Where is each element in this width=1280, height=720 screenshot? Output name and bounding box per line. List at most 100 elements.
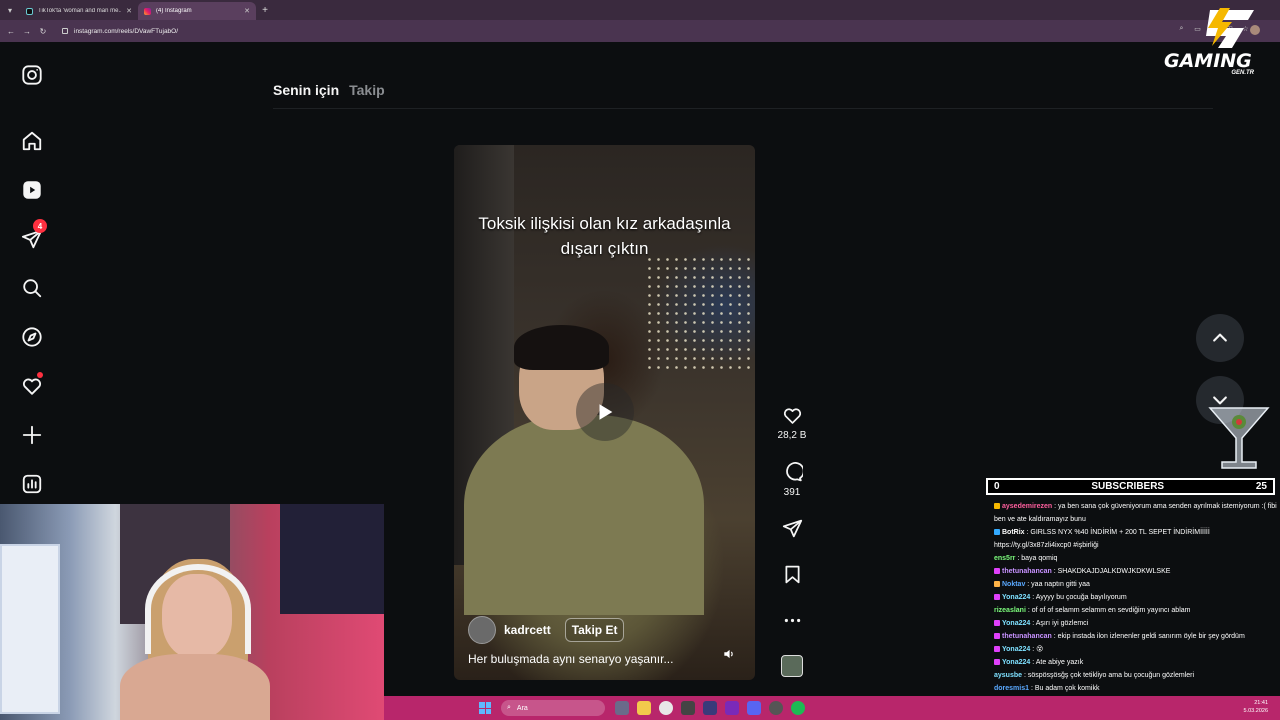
forward-icon[interactable]: → <box>20 22 34 40</box>
chat-message: ens5rr : baya qomiq <box>988 552 1280 565</box>
chat-text: : söspösşösğş çok tetikliyo ama bu çocuğ… <box>1022 672 1195 679</box>
brand-name: GAMING <box>1164 50 1252 72</box>
chat-username[interactable]: BotRix <box>1002 529 1025 536</box>
reel-background-lights <box>645 255 755 375</box>
chat-text: : Aşırı iyi gözlemci <box>1030 620 1089 627</box>
reels-icon[interactable] <box>20 178 43 201</box>
share-button[interactable] <box>772 518 812 539</box>
browser-tab-instagram[interactable]: (4) Instagram ✕ <box>138 2 256 20</box>
taskbar-clock[interactable]: 21:41 5.03.2026 <box>1244 699 1268 715</box>
reel-video-caption: Toksik ilişkisi olan kız arkadaşınla dış… <box>454 211 755 261</box>
reel-video[interactable]: Toksik ilişkisi olan kız arkadaşınla dış… <box>454 145 755 680</box>
github-icon[interactable] <box>769 701 783 715</box>
reel-description[interactable]: Her buluşmada aynı senaryo yaşanır... <box>468 652 673 666</box>
tab-search-button[interactable]: ▾ <box>0 0 20 20</box>
chat-username[interactable]: Yona224 <box>1002 620 1030 627</box>
url-field[interactable]: instagram.com/reels/DVawFTujabO/ <box>56 23 1116 39</box>
chat-text: : Ate abiye yazık <box>1030 659 1084 666</box>
martini-glass-icon <box>1208 407 1270 469</box>
reel-author: kadrcett Takip Et <box>468 616 625 644</box>
home-icon[interactable] <box>20 129 43 152</box>
instagram-logo-icon[interactable] <box>20 63 43 86</box>
close-icon[interactable]: ✕ <box>126 7 132 15</box>
spotify-icon[interactable] <box>791 701 805 715</box>
play-icon <box>599 404 613 420</box>
brand-mark-icon <box>1206 8 1254 48</box>
audio-thumbnail[interactable] <box>781 655 803 677</box>
reel-caption-line: dışarı çıktın <box>560 239 649 258</box>
chat-message: Yona224 : Aşırı iyi gözlemci <box>988 617 1280 630</box>
chat-message: thetunahancan : ekip instada ilon izlene… <box>988 630 1280 643</box>
time: 21:41 <box>1254 700 1268 706</box>
dashboard-icon[interactable] <box>20 472 43 495</box>
site-info-icon[interactable] <box>62 28 68 34</box>
play-button[interactable] <box>576 383 634 441</box>
taskbar-search[interactable]: ⌕ Ara <box>501 700 605 716</box>
chat-username[interactable]: aysedemirezen <box>1002 503 1052 510</box>
instagram-icon <box>144 7 151 15</box>
search-icon[interactable] <box>20 276 43 299</box>
windows-start-icon[interactable] <box>479 702 491 714</box>
chat-message: Yona224 : Ate abiye yazık <box>988 656 1280 669</box>
file-explorer-icon[interactable] <box>637 701 651 715</box>
like-button[interactable]: 28,2 B <box>772 405 812 441</box>
obs-icon[interactable] <box>681 701 695 715</box>
chat-message: Yona224 : Ayyyy bu çocuğa bayılıyorum <box>988 591 1280 604</box>
chrome-icon[interactable] <box>659 701 673 715</box>
tab-title: TikTok'ta 'woman and man me... <box>38 8 122 14</box>
reel-person-sweater <box>464 415 704 615</box>
chat-badge-icon <box>994 646 1000 653</box>
new-tab-button[interactable]: + <box>256 1 274 19</box>
chevron-up-icon <box>1213 333 1227 342</box>
chat-username[interactable]: Noktav <box>1002 581 1025 588</box>
discord-icon[interactable] <box>747 701 761 715</box>
avatar[interactable] <box>468 616 496 644</box>
messages-badge: 4 <box>33 219 47 233</box>
notifications-icon[interactable] <box>20 372 43 397</box>
chat-username[interactable]: rizeaslani <box>994 607 1026 614</box>
chat-text: : 😵 <box>1030 646 1044 653</box>
stream-chat: aysedemirezen : ya ben sana çok güveniyo… <box>988 500 1280 720</box>
follow-button[interactable]: Takip Et <box>564 618 625 642</box>
heart-icon <box>783 408 801 424</box>
twitch-icon[interactable] <box>725 701 739 715</box>
divider <box>273 108 1213 109</box>
chat-username[interactable]: Yona224 <box>1002 659 1030 666</box>
reel-caption-line: Toksik ilişkisi olan kız arkadaşınla <box>478 214 731 233</box>
create-icon[interactable] <box>20 423 43 446</box>
chat-username[interactable]: doresmis1 <box>994 685 1029 692</box>
messages-icon[interactable]: 4 <box>20 219 47 250</box>
brand-domain: GEN.TR <box>1231 70 1254 76</box>
previous-reel-button[interactable] <box>1196 314 1244 362</box>
back-icon[interactable]: ← <box>4 22 18 40</box>
task-view-icon[interactable] <box>615 701 629 715</box>
more-options-button[interactable] <box>772 610 812 631</box>
browser-tab-tiktok[interactable]: TikTok'ta 'woman and man me... ✕ <box>20 2 138 20</box>
comment-count: 391 <box>783 487 801 498</box>
chat-username[interactable]: Yona224 <box>1002 646 1030 653</box>
reload-icon[interactable]: ↻ <box>36 22 50 40</box>
tab-following[interactable]: Takip <box>349 82 385 98</box>
volume-icon[interactable] <box>722 647 736 661</box>
app-icon[interactable] <box>703 701 717 715</box>
notification-dot <box>37 372 43 378</box>
chat-username[interactable]: Yona224 <box>1002 594 1030 601</box>
chat-username[interactable]: thetunahancan <box>1002 633 1052 640</box>
explore-icon[interactable] <box>20 325 43 348</box>
comment-button[interactable]: 391 <box>772 462 812 498</box>
chat-text: : SHAKDKAJDJALKDWJKDKWLSKE <box>1051 568 1171 575</box>
subscribers-current: 0 <box>994 481 1000 492</box>
close-icon[interactable]: ✕ <box>244 7 250 15</box>
subscribers-label: SUBSCRIBERS <box>1091 481 1165 492</box>
tab-for-you[interactable]: Senin için <box>273 82 339 98</box>
chat-message: Noktav : yaa naptın gitti yaa <box>988 578 1280 591</box>
chat-username[interactable]: ens5rr <box>994 555 1015 562</box>
chat-username[interactable]: aysusbe <box>994 672 1022 679</box>
save-button[interactable] <box>772 564 812 585</box>
reel-username[interactable]: kadrcett <box>504 623 551 637</box>
more-icon <box>784 618 800 623</box>
share-icon <box>782 519 802 538</box>
chat-badge-icon <box>994 581 1000 588</box>
chat-badge-icon <box>994 620 1000 627</box>
chat-username[interactable]: thetunahancan <box>1002 568 1052 575</box>
